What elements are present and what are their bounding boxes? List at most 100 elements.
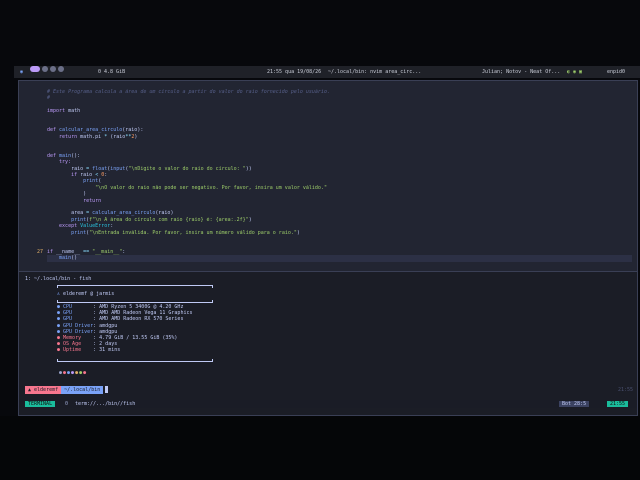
nvim-editor[interactable]: 27 # Este Programa calcula a área de um … [19, 81, 637, 272]
code-token: calcular_area_circulo [92, 210, 156, 217]
code-token: raio [80, 172, 96, 179]
fetch-key: CPU [63, 304, 94, 310]
file-prefix: 0 [65, 401, 69, 407]
fetch-key: GPU Driver [63, 328, 94, 335]
code-token: input [110, 165, 126, 172]
code-token: (raio) [155, 210, 174, 217]
sysinfo-text: 0 4.8 GiB [98, 69, 126, 75]
terminal-tab-title: 1: ~/.local/bin - fish [25, 276, 92, 282]
prompt-user: ▲ elderemf [25, 386, 62, 394]
desktop-background [0, 416, 640, 480]
code-token: : [122, 248, 126, 255]
prompt-cursor[interactable] [105, 386, 109, 393]
code-token: area [47, 210, 87, 217]
code-token: ) [296, 229, 300, 236]
code-buffer[interactable]: # Este Programa calcula a área de um cír… [47, 89, 632, 262]
code-token: # Este Programa calcula a área de um cír… [47, 89, 330, 95]
code-token: main [47, 255, 72, 262]
shell-prompt[interactable]: ▲ elderemf ~/.local/bin [25, 386, 109, 394]
taskbar-item[interactable]: Julian; Notov - Neat Of... [482, 66, 560, 78]
line-number [27, 255, 43, 261]
code-token: except [47, 223, 81, 230]
code-token: (): [71, 152, 81, 159]
fetch-value: : AMD AMD Radeon RX 570 Series [93, 316, 184, 323]
code-token: import [47, 108, 69, 115]
tray-user[interactable]: enpid0 [607, 66, 625, 78]
code-line[interactable]: main() [47, 255, 632, 262]
user-icon: ♙ [57, 291, 61, 297]
code-token: if [47, 172, 81, 179]
code-token: math [68, 108, 81, 115]
code-token: "\nDigite o valor do raio do círculo: " [128, 165, 246, 172]
code-token: f"\n A área do círculo com raio {raio} é… [89, 216, 249, 223]
nvim-statusline: TERMINAL 0 term://.../bin//fish Bot 28:5… [19, 400, 637, 408]
screen: ◉ 0 4.8 GiB 21:55 qua 19/08/26 ~/.local/… [0, 0, 640, 480]
code-token: : [110, 223, 114, 230]
top-panel: ◉ 0 4.8 GiB 21:55 qua 19/08/26 ~/.local/… [14, 66, 640, 78]
code-token: "\nO valor do raio não pode ser negativo… [47, 184, 327, 191]
fetch-value: : amdgpu [93, 322, 118, 329]
code-token: raio [47, 165, 87, 172]
code-token: calcular_area_circulo [59, 127, 123, 134]
arch-logo-icon[interactable]: ◉ [20, 66, 23, 78]
file-name: term://.../bin//fish [75, 401, 136, 407]
color-dot: ● [83, 370, 88, 376]
fetch-value: : amdgpu [93, 328, 118, 335]
mode-indicator: TERMINAL [25, 401, 56, 407]
code-token: float [92, 165, 108, 172]
tray-icons[interactable]: ◐ ◉ ▣ [567, 66, 582, 78]
fetch-bottom-border [57, 359, 213, 362]
code-token: )) [245, 165, 252, 172]
arch-logo-icon: ▲ [28, 387, 32, 393]
fetch-value: : AMD AMD Radeon Vega 11 Graphics [93, 310, 193, 317]
code-token: : [104, 172, 108, 179]
code-token: (raio [110, 133, 126, 140]
prompt-right-time: 21:55 [617, 387, 633, 393]
code-token: () [71, 255, 78, 262]
clock[interactable]: 21:55 qua 19/08/26 [267, 66, 321, 78]
code-token: main [59, 152, 72, 159]
fetch-row: ● Uptime : 31 mins [57, 347, 192, 353]
prompt-path: ~/.local/bin [61, 386, 104, 394]
code-token: == [83, 248, 93, 255]
fetch-key: Uptime [63, 347, 94, 354]
window-title: ~/.local/bin: nvim area_circ... [328, 69, 422, 75]
code-token: try: [47, 159, 72, 166]
code-token: # [47, 95, 51, 102]
fetch-key: Memory [63, 334, 94, 341]
user-host: elderemf @ jarmis [63, 291, 115, 297]
terminal-pane[interactable]: 1: ~/.local/bin - fish ♙ elderemf @ jarm… [19, 273, 637, 415]
code-token: def [47, 127, 60, 134]
fetch-key: OS Age [63, 341, 94, 348]
code-token: if [47, 248, 57, 255]
code-token: return [47, 133, 81, 140]
fetch-info: ● CPU : AMD Ryzen 5 3400G @ 4.20 GHz ● GP… [57, 304, 192, 354]
code-token: math.pi [80, 133, 105, 140]
color-palette: ●●●●●●● [59, 370, 87, 376]
fetch-value: : 31 mins [93, 347, 121, 354]
code-token: def [47, 152, 60, 159]
terminal-window: 27 # Este Programa calcula a área de um … [18, 80, 638, 416]
fetch-key: GPU [63, 310, 94, 317]
workspace-indicator[interactable] [58, 66, 64, 72]
fetch-header: ♙ elderemf @ jarmis [57, 291, 114, 297]
code-token: print [47, 178, 99, 185]
code-token: "\nEntrada inválida. Por favor, insira u… [89, 229, 297, 236]
workspace-indicator-active[interactable] [30, 66, 40, 72]
code-token: return [47, 197, 102, 204]
code-token: "__main__" [92, 248, 123, 255]
code-token: ValueError [80, 223, 111, 230]
code-token: print [47, 229, 87, 236]
code-token: (raio): [122, 127, 144, 134]
code-token: ) [248, 216, 252, 223]
fetch-value: : 2 days [93, 341, 118, 348]
code-token: ( [98, 178, 102, 185]
workspace-indicator[interactable] [50, 66, 56, 72]
status-time: 21:55 [607, 401, 629, 407]
workspace-indicator[interactable] [42, 66, 48, 72]
fetch-header-border [57, 300, 213, 303]
fetch-value: : 4.79 GiB / 13.55 GiB (35%) [93, 334, 178, 341]
fetch-value: : AMD Ryzen 5 3400G @ 4.20 GHz [93, 304, 184, 310]
code-token: print [47, 216, 87, 223]
line-number-gutter: 27 [27, 89, 43, 262]
